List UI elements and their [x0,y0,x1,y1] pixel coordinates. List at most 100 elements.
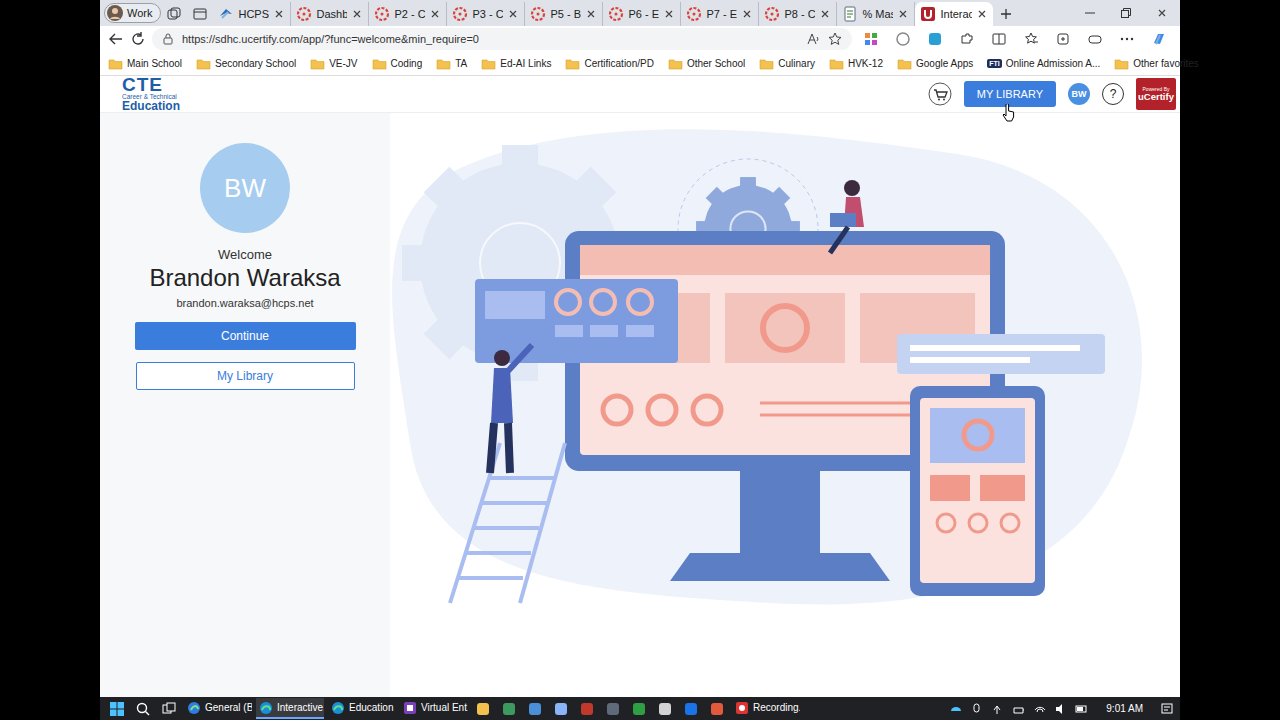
favorite-item[interactable]: Main School [108,57,182,71]
close-icon[interactable] [429,8,441,20]
new-tab-button[interactable] [993,2,1019,26]
browser-tab[interactable]: Interac [915,2,993,26]
browser-tab[interactable]: Dashbo [291,2,369,26]
taskbar-app[interactable]: Recording... [732,698,800,719]
my-library-link[interactable]: My Library [136,362,355,390]
games-icon[interactable] [1087,31,1103,47]
taskbar-app[interactable]: General (B... [184,698,252,719]
favorite-label: TA [455,58,467,69]
close-icon[interactable] [663,8,675,20]
my-library-button[interactable]: MY LIBRARY [964,81,1056,107]
split-screen-icon[interactable] [991,31,1007,47]
favorite-item[interactable]: FTIOnline Admission A... [987,58,1100,69]
taskbar-app-label: Recording... [753,702,800,713]
close-icon[interactable] [741,8,753,20]
pinned-app-icon [710,702,724,716]
cart-icon[interactable] [928,82,952,106]
close-icon[interactable] [819,8,831,20]
favorites-icon[interactable] [1023,31,1039,47]
copilot-icon[interactable] [1151,31,1167,47]
read-aloud-icon[interactable] [806,32,820,46]
pinned-app[interactable] [550,702,572,716]
pinned-app[interactable] [602,702,624,716]
favorite-item[interactable]: TA [436,57,467,71]
taskbar-app[interactable]: Education ... [328,698,396,719]
browser-tab[interactable]: P6 - Ex [603,2,681,26]
workspaces-button[interactable] [161,2,187,26]
start-button[interactable] [106,702,128,716]
tab-title: % Mast [862,8,893,20]
favorite-item[interactable]: Certification/PD [565,57,653,71]
pinned-app[interactable] [680,702,702,716]
pinned-app-icon [632,702,646,716]
extension-icon[interactable] [927,31,943,47]
extensions-icon[interactable] [959,31,975,47]
search-button[interactable] [132,702,154,716]
pinned-app-icon [658,702,672,716]
back-icon[interactable] [108,31,124,47]
browser-tab[interactable]: P3 - Cu [447,2,525,26]
pinned-app[interactable] [628,702,650,716]
tray-icon[interactable] [1012,702,1026,716]
tab-actions-button[interactable] [187,2,213,26]
window-control[interactable] [1072,7,1108,19]
pinned-app-icon [502,702,516,716]
taskbar-app-label: Education ... [349,702,396,713]
browser-tab[interactable]: HCPS H [213,2,291,26]
refresh-icon[interactable] [130,31,146,47]
continue-button[interactable]: Continue [135,322,356,350]
pinned-app[interactable] [472,702,494,716]
browser-tab[interactable]: P7 - Ex [681,2,759,26]
cte-logo[interactable]: CTECareer & TechnicalEducation [122,76,180,112]
close-icon[interactable] [585,8,597,20]
favorite-item[interactable]: Ed-AI Links [481,57,551,71]
tray-icon[interactable] [1054,702,1068,716]
task-view-button[interactable] [158,702,180,716]
favorite-item[interactable]: Google Apps [897,57,973,71]
close-icon[interactable] [507,8,519,20]
favorite-item[interactable]: Coding [372,57,423,71]
clock[interactable]: 9:01 AM [1096,703,1153,714]
close-icon[interactable] [976,8,988,20]
window-control[interactable] [1108,7,1144,19]
taskbar-app[interactable]: Interactive... [256,698,324,719]
pinned-app-icon [476,702,490,716]
help-button[interactable]: ? [1102,83,1124,105]
other-favorites[interactable]: Other favorites [1114,57,1199,71]
tray-icon[interactable] [1033,702,1047,716]
url-field[interactable]: https://sdhc.ucertify.com/app/?func=welc… [152,28,852,50]
favorite-item[interactable]: Culinary [759,57,815,71]
pinned-app[interactable] [524,702,546,716]
favorite-item[interactable]: VE-JV [310,57,357,71]
more-icon[interactable] [1119,31,1135,47]
taskbar-app[interactable]: Virtual Ent... [400,698,468,719]
tray-icon[interactable] [991,702,1005,716]
pinned-app[interactable] [654,702,676,716]
tray-icon[interactable] [970,702,984,716]
favorite-item[interactable]: Secondary School [196,57,296,71]
favorite-star-icon[interactable] [828,32,842,46]
profile-button[interactable]: Work [104,3,161,23]
folder-icon [1114,57,1129,71]
pinned-app[interactable] [576,702,598,716]
tray-icon[interactable] [1075,702,1089,716]
extension-icon[interactable] [895,31,911,47]
close-icon[interactable] [273,8,285,20]
browser-tab[interactable]: % Mast [837,2,915,26]
browser-tab[interactable]: P5 - Bu [525,2,603,26]
browser-tab[interactable]: P8 - Cu [759,2,837,26]
pinned-app[interactable] [706,702,728,716]
window-control[interactable] [1144,7,1180,19]
ucertify-badge[interactable]: Powered ByuCertify [1136,78,1176,110]
favorite-item[interactable]: HVK-12 [829,57,883,71]
collections-icon[interactable] [1055,31,1071,47]
notification-icon[interactable] [1160,702,1174,716]
close-icon[interactable] [351,8,363,20]
extension-icon[interactable] [863,31,879,47]
pinned-app[interactable] [498,702,520,716]
close-icon[interactable] [897,8,909,20]
browser-tab[interactable]: P2 - Cu [369,2,447,26]
user-avatar[interactable]: BW [1068,83,1090,105]
favorite-item[interactable]: Other School [668,57,745,71]
tray-icon[interactable] [949,702,963,716]
